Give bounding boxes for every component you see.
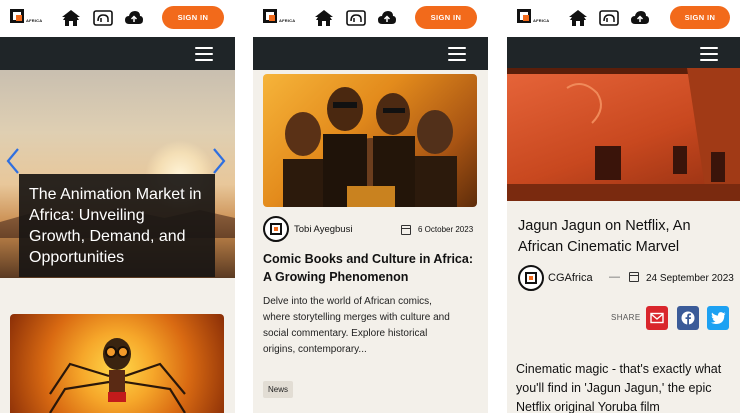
facebook-share-button[interactable] <box>677 306 699 330</box>
sign-in-button[interactable]: SIGN IN <box>670 6 730 29</box>
author-name[interactable]: CGAfrica <box>548 272 593 284</box>
top-bar: AFRICA SIGN IN <box>0 0 235 36</box>
menu-icon[interactable] <box>195 47 213 61</box>
calendar-icon <box>401 225 411 235</box>
cloud-upload-icon[interactable] <box>377 9 397 27</box>
hero-title[interactable]: The Animation Market in Africa: Unveilin… <box>29 184 205 268</box>
article-excerpt: Delve into the world of African comics, … <box>263 296 450 355</box>
author-name[interactable]: Tobi Ayegbusi <box>294 224 352 235</box>
elephant-icon[interactable] <box>93 9 113 27</box>
author-avatar[interactable] <box>263 216 289 242</box>
logo-mark-icon <box>10 9 24 23</box>
twitter-share-button[interactable] <box>707 306 729 330</box>
article-hero-image <box>507 68 740 201</box>
article-thumbnail[interactable] <box>10 314 224 413</box>
twitter-icon <box>710 312 725 324</box>
mobile-view-article-list: AFRICA SIGN IN Tobi Ayegbusi 6 October 2… <box>253 0 488 413</box>
calendar-icon <box>629 272 639 282</box>
nav-bar <box>507 37 740 70</box>
hut-icon[interactable] <box>568 9 588 27</box>
article-body: Cinematic magic - that's exactly what yo… <box>516 362 722 413</box>
meta-separator: — <box>609 271 620 283</box>
logo-text: AFRICA <box>26 18 43 23</box>
hut-icon[interactable] <box>314 9 334 27</box>
screenshot-composite: AFRICA SIGN IN The Animation Market in A… <box>0 0 740 413</box>
author-avatar[interactable] <box>518 265 544 291</box>
logo-mark-icon <box>517 9 531 23</box>
category-tag[interactable]: News <box>263 381 294 398</box>
cloud-upload-icon[interactable] <box>630 9 650 27</box>
elephant-icon[interactable] <box>599 9 619 27</box>
article-thumbnail[interactable] <box>263 74 477 207</box>
top-bar: AFRICA SIGN IN <box>507 0 740 36</box>
cloud-upload-icon[interactable] <box>124 9 144 27</box>
menu-icon[interactable] <box>700 47 718 61</box>
slider-next-arrow-icon[interactable] <box>212 147 226 175</box>
sign-in-button[interactable]: SIGN IN <box>162 6 224 29</box>
facebook-icon <box>681 311 695 325</box>
cgafrica-logo[interactable]: AFRICA <box>517 9 551 27</box>
article-title[interactable]: Comic Books and Culture in Africa: A Gro… <box>263 250 478 286</box>
hut-icon[interactable] <box>61 9 81 27</box>
post-date: 24 September 2023 <box>646 273 734 284</box>
logo-mark-icon <box>263 9 277 23</box>
comic-characters-illustration <box>283 87 457 207</box>
email-share-button[interactable] <box>646 306 668 330</box>
email-icon <box>650 312 664 324</box>
hero-caption[interactable]: The Animation Market in Africa: Unveilin… <box>19 174 215 277</box>
nav-bar <box>253 37 488 70</box>
article-title: Jagun Jagun on Netflix, An African Cinem… <box>518 218 691 255</box>
cgafrica-logo[interactable]: AFRICA <box>10 9 44 27</box>
mobile-view-home: AFRICA SIGN IN The Animation Market in A… <box>0 0 235 413</box>
cgafrica-logo[interactable]: AFRICA <box>263 9 297 27</box>
menu-icon[interactable] <box>448 47 466 61</box>
share-label: SHARE <box>611 313 641 322</box>
slider-prev-arrow-icon[interactable] <box>6 147 20 175</box>
top-bar: AFRICA SIGN IN <box>253 0 488 36</box>
logo-text: AFRICA <box>533 18 550 23</box>
logo-text: AFRICA <box>279 18 296 23</box>
nav-bar <box>0 37 235 70</box>
elephant-icon[interactable] <box>346 9 366 27</box>
post-date: 6 October 2023 <box>418 225 474 234</box>
building-illustration <box>507 68 740 201</box>
mobile-view-article-detail: AFRICA SIGN IN Jagun Jagun on Netflix, A… <box>507 0 740 413</box>
sign-in-button[interactable]: SIGN IN <box>415 6 477 29</box>
spider-character-illustration <box>49 338 186 413</box>
